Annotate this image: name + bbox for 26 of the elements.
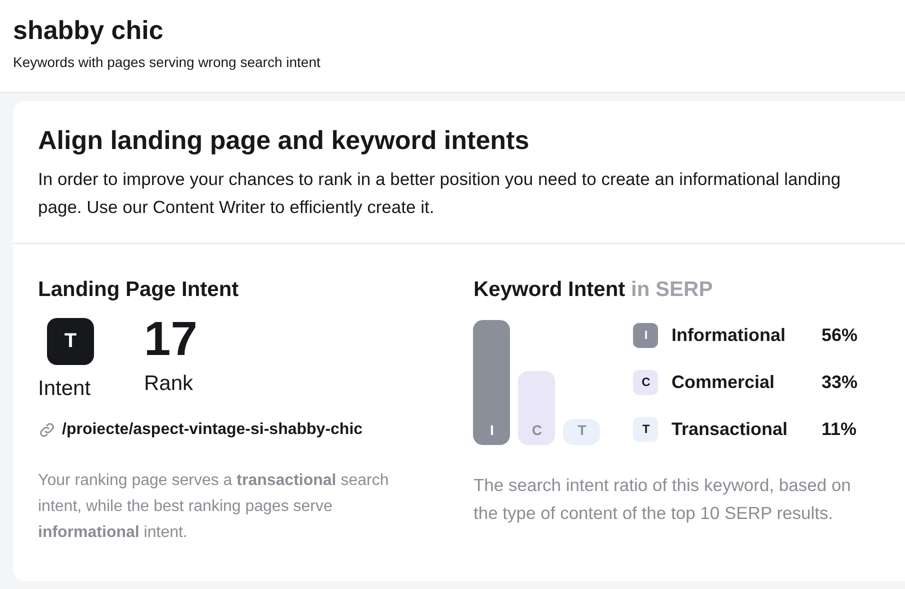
page-title: shabby chic <box>13 14 164 46</box>
card-description: In order to improve your chances to rank in a better position you need to create an informational landing page. Use our Content Writer to efficiently create it. <box>38 168 842 219</box>
page-url-link[interactable]: /proiecte/aspect-vintage-si-shabby-chic <box>62 418 363 442</box>
section-title: Landing Page Intent <box>38 277 240 303</box>
rank-value: 17 <box>144 314 198 366</box>
intent-badge: I <box>633 322 658 348</box>
intent-label: Intent <box>38 376 91 402</box>
intent-percent: 11% <box>821 418 857 440</box>
card-title: Align landing page and keyword intents <box>38 124 530 157</box>
intent-bar: T <box>563 418 600 444</box>
intent-name: Commercial <box>671 370 776 394</box>
intent-name: Informational <box>671 324 786 346</box>
intent-percent: 56% <box>821 324 858 346</box>
page-subtitle: Keywords with pages serving wrong search intent <box>13 53 322 72</box>
section-title: Keyword Intent in SERP <box>473 277 714 303</box>
intent-badge: T <box>633 416 658 442</box>
intent-badge: C <box>633 370 658 394</box>
intent-badge: T <box>47 318 94 364</box>
intent-bar: I <box>473 320 510 444</box>
intent-bar: C <box>518 370 556 444</box>
intent-note: Your ranking page serves a transactional search intent, while the best ranking pages serve informational intent. <box>38 471 390 543</box>
intent-ratio-note: The search intent ratio of this keyword, based on the type of content of the top 10 SERP results. <box>473 474 852 525</box>
rank-label: Rank <box>144 370 194 396</box>
intent-name: Transactional <box>671 418 789 440</box>
intent-percent: 33% <box>821 370 858 394</box>
link-icon <box>38 421 56 439</box>
